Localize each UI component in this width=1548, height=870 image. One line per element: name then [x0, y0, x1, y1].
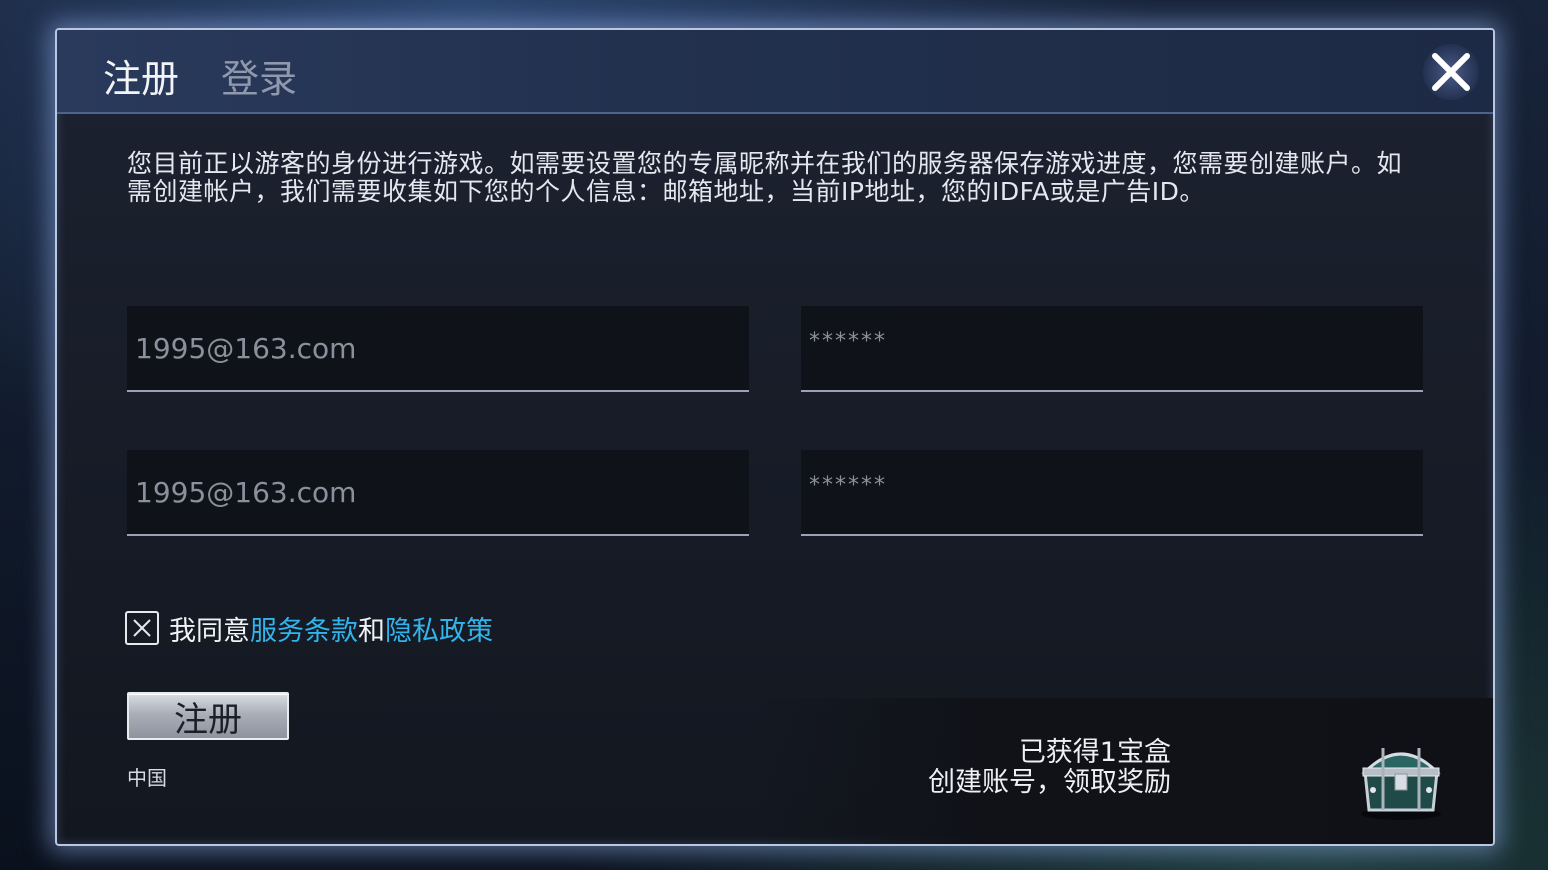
- confirm-password-field[interactable]: [801, 450, 1423, 534]
- agree-label: 我同意: [169, 615, 250, 647]
- terms-link[interactable]: 服务条款: [250, 609, 358, 648]
- checkbox-x-icon: [133, 619, 151, 637]
- tab-login[interactable]: 登录: [221, 48, 297, 103]
- reward-line-2: 创建账号，领取奖励: [928, 767, 1171, 798]
- privacy-link[interactable]: 隐私政策: [385, 609, 493, 648]
- email-field-container: [127, 306, 749, 392]
- agree-row: 我同意 服务条款 和 隐私政策: [125, 609, 493, 648]
- close-button[interactable]: [1423, 44, 1479, 100]
- confirm-password-field-container: [801, 450, 1423, 536]
- confirm-email-field[interactable]: [127, 450, 749, 534]
- region-label: 中国: [127, 766, 167, 790]
- reward-line-1: 已获得1宝盒: [1018, 737, 1171, 768]
- close-icon: [1432, 53, 1470, 91]
- reward-text: 已获得1宝盒 创建账号，领取奖励: [928, 738, 1171, 798]
- confirm-email-field-container: [127, 450, 749, 536]
- register-button[interactable]: 注册: [127, 692, 289, 740]
- password-field-container: [801, 306, 1423, 392]
- dialog-header: 注册 登录: [57, 30, 1493, 114]
- agree-and-label: 和: [358, 615, 385, 647]
- register-dialog: 注册 登录 您目前正以游客的身份进行游戏。如需要设置您的专属昵称并在我们的服务器…: [55, 28, 1495, 846]
- treasure-chest-icon: [1361, 748, 1441, 820]
- tab-register[interactable]: 注册: [103, 48, 179, 103]
- agree-checkbox[interactable]: [125, 611, 159, 645]
- account-info-text: 您目前正以游客的身份进行游戏。如需要设置您的专属昵称并在我们的服务器保存游戏进度…: [127, 149, 1403, 206]
- email-field[interactable]: [127, 306, 749, 390]
- password-field[interactable]: [801, 306, 1423, 390]
